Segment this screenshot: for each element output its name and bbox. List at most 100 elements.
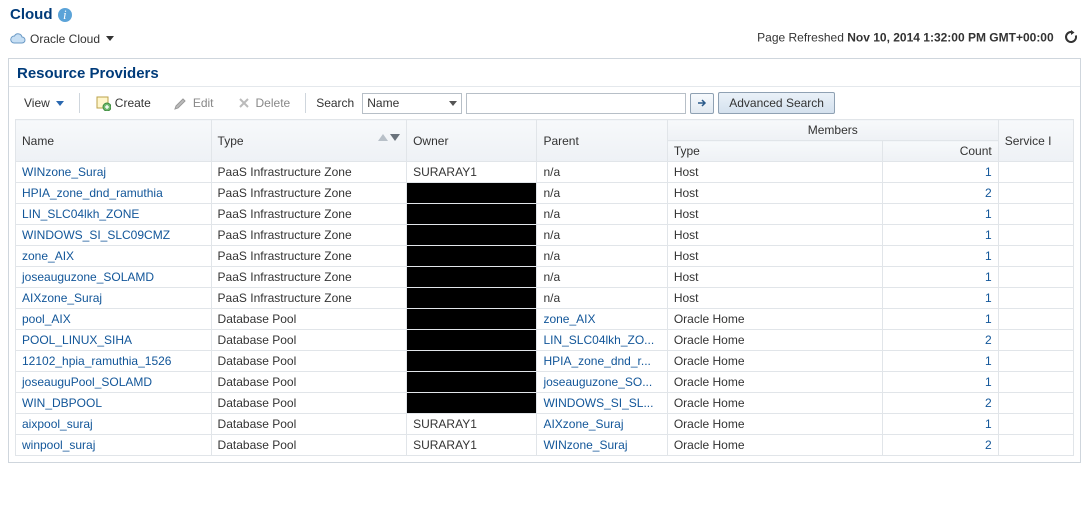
row-name[interactable]: joseauguzone_SOLAMD	[22, 270, 154, 284]
row-type: Database Pool	[211, 330, 407, 351]
row-service	[998, 351, 1073, 372]
row-type: Database Pool	[211, 435, 407, 456]
table-row[interactable]: aixpool_surajDatabase PoolSURARAY1AIXzon…	[16, 414, 1074, 435]
row-count[interactable]: 1	[985, 228, 992, 242]
table-row[interactable]: joseauguzone_SOLAMDPaaS Infrastructure Z…	[16, 267, 1074, 288]
row-name[interactable]: AIXzone_Suraj	[22, 291, 102, 305]
row-parent: n/a	[543, 207, 560, 221]
table-row[interactable]: WINDOWS_SI_SLC09CMZPaaS Infrastructure Z…	[16, 225, 1074, 246]
row-name[interactable]: WINzone_Suraj	[22, 165, 106, 179]
sort-asc-icon[interactable]	[378, 134, 388, 141]
row-count[interactable]: 1	[985, 207, 992, 221]
row-type: Database Pool	[211, 351, 407, 372]
sort-desc-icon[interactable]	[390, 134, 400, 141]
row-parent[interactable]: joseauguzone_SO...	[543, 375, 652, 389]
row-name[interactable]: WINDOWS_SI_SLC09CMZ	[22, 228, 170, 242]
row-member-type: Host	[667, 288, 883, 309]
table-row[interactable]: LIN_SLC04lkh_ZONEPaaS Infrastructure Zon…	[16, 204, 1074, 225]
row-count[interactable]: 1	[985, 312, 992, 326]
row-parent[interactable]: LIN_SLC04lkh_ZO...	[543, 333, 654, 347]
row-count[interactable]: 1	[985, 249, 992, 263]
resource-providers-table: Name Type Owner Parent Members Service I…	[15, 119, 1074, 456]
delete-icon	[236, 95, 252, 111]
row-name[interactable]: aixpool_suraj	[22, 417, 93, 431]
search-go-button[interactable]	[690, 93, 714, 114]
row-parent[interactable]: HPIA_zone_dnd_r...	[543, 354, 650, 368]
col-header-count[interactable]: Count	[883, 141, 998, 162]
col-header-owner[interactable]: Owner	[407, 120, 537, 162]
row-name[interactable]: 12102_hpia_ramuthia_1526	[22, 354, 171, 368]
panel-title: Resource Providers	[9, 59, 1080, 86]
row-name[interactable]: HPIA_zone_dnd_ramuthia	[22, 186, 163, 200]
row-name[interactable]: winpool_suraj	[22, 438, 95, 452]
row-owner	[407, 330, 537, 351]
col-header-member-type[interactable]: Type	[667, 141, 883, 162]
table-row[interactable]: 12102_hpia_ramuthia_1526 Database Pool HP…	[16, 351, 1074, 372]
refresh-icon[interactable]	[1063, 29, 1079, 48]
table-row[interactable]: HPIA_zone_dnd_ramuthia PaaS Infrastructur…	[16, 183, 1074, 204]
table-row[interactable]: pool_AIXDatabase Pool zone_AIXOracle Hom…	[16, 309, 1074, 330]
divider	[305, 93, 306, 113]
row-parent[interactable]: WINDOWS_SI_SL...	[543, 396, 653, 410]
row-member-type: Oracle Home	[667, 330, 883, 351]
row-member-type: Host	[667, 204, 883, 225]
row-parent: n/a	[543, 291, 560, 305]
table-row[interactable]: winpool_surajDatabase PoolSURARAY1WINzon…	[16, 435, 1074, 456]
search-field-select[interactable]: Name	[362, 93, 462, 114]
row-owner: SURARAY1	[407, 414, 537, 435]
row-parent: n/a	[543, 186, 560, 200]
table-row[interactable]: joseauguPool_SOLAMDDatabase Pool joseaug…	[16, 372, 1074, 393]
info-icon[interactable]: i	[58, 8, 72, 22]
row-count[interactable]: 1	[985, 270, 992, 284]
view-menu-button[interactable]: View	[15, 92, 73, 114]
table-row[interactable]: AIXzone_SurajPaaS Infrastructure Zone n/…	[16, 288, 1074, 309]
create-icon	[95, 95, 111, 111]
row-count[interactable]: 2	[985, 186, 992, 200]
row-count[interactable]: 2	[985, 333, 992, 347]
row-service	[998, 204, 1073, 225]
row-service	[998, 246, 1073, 267]
row-service	[998, 309, 1073, 330]
table-row[interactable]: zone_AIXPaaS Infrastructure Zone n/aHost…	[16, 246, 1074, 267]
search-input[interactable]	[466, 93, 686, 114]
row-type: PaaS Infrastructure Zone	[211, 183, 407, 204]
row-service	[998, 267, 1073, 288]
row-count[interactable]: 1	[985, 165, 992, 179]
row-name[interactable]: zone_AIX	[22, 249, 74, 263]
chevron-down-icon	[449, 101, 457, 106]
row-type: PaaS Infrastructure Zone	[211, 246, 407, 267]
row-count[interactable]: 1	[985, 354, 992, 368]
col-header-service[interactable]: Service I	[998, 120, 1073, 162]
col-header-parent[interactable]: Parent	[537, 120, 667, 162]
row-name[interactable]: pool_AIX	[22, 312, 71, 326]
table-row[interactable]: WINzone_SurajPaaS Infrastructure ZoneSUR…	[16, 162, 1074, 183]
table-row[interactable]: POOL_LINUX_SIHA Database Pool LIN_SLC04lk…	[16, 330, 1074, 351]
row-member-type: Host	[667, 183, 883, 204]
row-service	[998, 183, 1073, 204]
search-label: Search	[316, 96, 354, 110]
col-header-name[interactable]: Name	[16, 120, 212, 162]
row-parent[interactable]: WINzone_Suraj	[543, 438, 627, 452]
row-count[interactable]: 2	[985, 438, 992, 452]
row-count[interactable]: 1	[985, 375, 992, 389]
row-owner	[407, 246, 537, 267]
advanced-search-button[interactable]: Advanced Search	[718, 92, 835, 114]
create-button[interactable]: Create	[86, 91, 160, 115]
row-name[interactable]: joseauguPool_SOLAMD	[22, 375, 152, 389]
edit-button[interactable]: Edit	[164, 91, 223, 115]
row-parent[interactable]: zone_AIX	[543, 312, 595, 326]
row-member-type: Host	[667, 267, 883, 288]
col-header-members: Members	[667, 120, 998, 141]
breadcrumb-menu[interactable]: Oracle Cloud	[10, 32, 114, 46]
table-row[interactable]: WIN_DBPOOLDatabase Pool WINDOWS_SI_SL...…	[16, 393, 1074, 414]
row-count[interactable]: 2	[985, 396, 992, 410]
col-header-type[interactable]: Type	[211, 120, 407, 162]
row-type: Database Pool	[211, 309, 407, 330]
row-name[interactable]: LIN_SLC04lkh_ZONE	[22, 207, 139, 221]
row-name[interactable]: POOL_LINUX_SIHA	[22, 333, 132, 347]
row-count[interactable]: 1	[985, 291, 992, 305]
row-count[interactable]: 1	[985, 417, 992, 431]
row-parent[interactable]: AIXzone_Suraj	[543, 417, 623, 431]
delete-button[interactable]: Delete	[227, 91, 300, 115]
row-name[interactable]: WIN_DBPOOL	[22, 396, 102, 410]
